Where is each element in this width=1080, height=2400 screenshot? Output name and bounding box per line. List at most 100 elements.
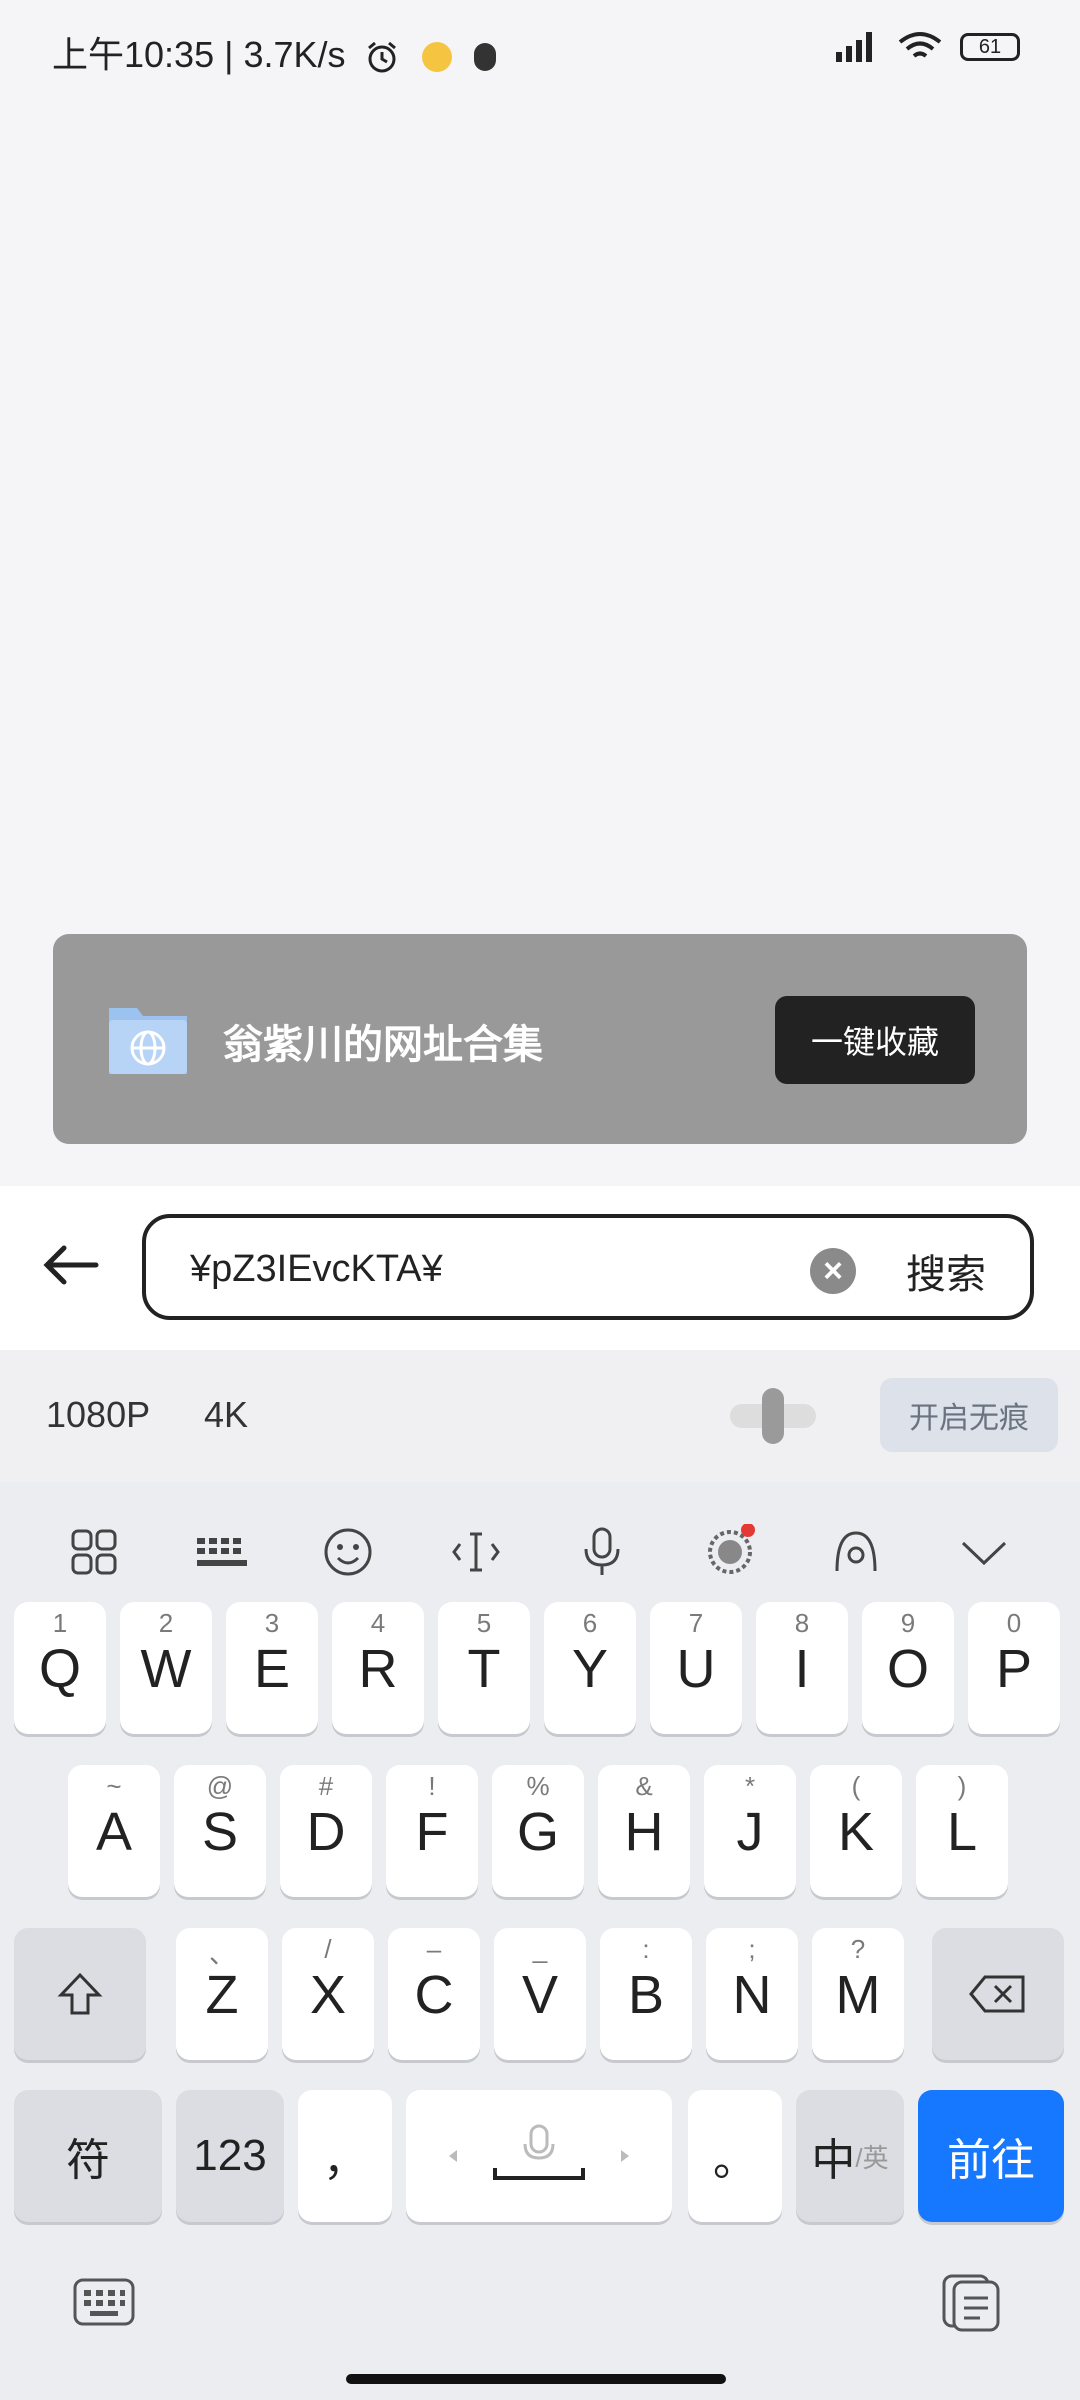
clear-icon[interactable]: × [810, 1248, 856, 1294]
key-z[interactable]: 、 Z [176, 1928, 268, 2060]
key-j[interactable]: * J [704, 1765, 796, 1897]
home-indicator[interactable] [346, 2374, 726, 2384]
key-label: N [732, 1965, 772, 2025]
key-label: I [794, 1639, 810, 1699]
space-mic-icon [449, 2124, 629, 2180]
res-1080p[interactable]: 1080P [46, 1394, 150, 1436]
qq-icon [473, 43, 496, 72]
microphone-icon[interactable] [572, 1522, 632, 1582]
key-label: B [627, 1965, 665, 2025]
signal-icon [836, 32, 872, 62]
go-key[interactable]: 前往 [918, 2090, 1064, 2222]
battery-level: 61 [978, 35, 1002, 58]
key-hint: 7 [688, 1608, 704, 1638]
keyboard-switch-icon[interactable] [72, 2274, 136, 2335]
key-hint: ( [851, 1771, 861, 1801]
clipboard-icon[interactable] [940, 2272, 1004, 2339]
key-f[interactable]: ! F [386, 1765, 478, 1897]
alarm-icon [367, 42, 396, 73]
key-v[interactable]: _ V [494, 1928, 586, 2060]
key-hint: # [318, 1771, 334, 1801]
key-label: J [736, 1802, 764, 1862]
key-hint: 9 [900, 1608, 916, 1638]
clock-text: 上午10:35 [52, 34, 215, 75]
space-key[interactable] [406, 2090, 672, 2222]
numbers-key[interactable]: 123 [176, 2090, 284, 2222]
key-label: Z [205, 1965, 239, 2025]
key-h[interactable]: & H [598, 1765, 690, 1897]
key-o[interactable]: 9O [862, 1602, 954, 1734]
key-hint: & [635, 1771, 653, 1801]
incognito-button[interactable]: 开启无痕 [880, 1378, 1058, 1452]
keyboard-layout-icon[interactable] [192, 1522, 252, 1582]
key-c[interactable]: – C [388, 1928, 480, 2060]
key-m[interactable]: ? M [812, 1928, 904, 2060]
key-hint: % [526, 1771, 550, 1801]
key-label: P [995, 1639, 1033, 1699]
key-s[interactable]: @ S [174, 1765, 266, 1897]
emoji-icon[interactable] [318, 1522, 378, 1582]
key-n[interactable]: ; N [706, 1928, 798, 2060]
period-key[interactable]: 。 [688, 2090, 782, 2222]
search-input-text[interactable]: ¥pZ3IEvcKTA¥ [190, 1248, 443, 1291]
key-hint: 3 [264, 1608, 280, 1638]
collection-title: 翁紫川的网址合集 [223, 1023, 543, 1067]
key-label: D [306, 1802, 346, 1862]
key-w[interactable]: 2W [120, 1602, 212, 1734]
toggle-knob[interactable] [762, 1388, 784, 1444]
one-click-collect-button[interactable]: 一键收藏 [775, 996, 975, 1084]
comma-key[interactable]: ， [298, 2090, 392, 2222]
res-4k[interactable]: 4K [204, 1394, 248, 1436]
key-label: Y [571, 1639, 609, 1699]
cursor-move-icon[interactable] [446, 1522, 506, 1582]
key-b[interactable]: :B [600, 1928, 692, 2060]
key-e[interactable]: 3E [226, 1602, 318, 1734]
key-y[interactable]: 6Y [544, 1602, 636, 1734]
key-label: E [253, 1639, 291, 1699]
key-label: O [886, 1639, 929, 1699]
chevron-down-icon[interactable] [954, 1522, 1014, 1582]
key-label: Q [38, 1639, 81, 1699]
folder-globe-icon [109, 1008, 187, 1074]
key-hint: 2 [158, 1608, 174, 1638]
back-arrow-icon[interactable] [38, 1230, 108, 1300]
key-p[interactable]: 0P [968, 1602, 1060, 1734]
key-i[interactable]: 8I [756, 1602, 848, 1734]
key-hint: 1 [52, 1608, 68, 1638]
symbols-key[interactable]: 符 [14, 2090, 162, 2222]
key-label: H [624, 1802, 664, 1862]
key-hint: ~ [106, 1771, 122, 1801]
key-a[interactable]: ~ A [68, 1765, 160, 1897]
wifi-icon [898, 32, 942, 58]
battery-icon: 61 [960, 33, 1020, 61]
keyboard: 1Q2W3E4R5T6Y7U8I9O0P ~ A @ S # D! F% G & H * J(K) L … [0, 1482, 1080, 2400]
search-button[interactable]: 搜索 [906, 1242, 986, 1300]
key-label: T [467, 1639, 501, 1699]
key-label: W [140, 1639, 192, 1699]
key-d[interactable]: # D [280, 1765, 372, 1897]
key-t[interactable]: 5T [438, 1602, 530, 1734]
grid-icon[interactable] [64, 1522, 124, 1582]
key-u[interactable]: 7U [650, 1602, 742, 1734]
key-x[interactable]: / X [282, 1928, 374, 2060]
key-r[interactable]: 4R [332, 1602, 424, 1734]
backspace-key[interactable] [932, 1928, 1064, 2060]
key-label: F [415, 1802, 449, 1862]
search-input[interactable]: ¥pZ3IEvcKTA¥ × 搜索 [142, 1214, 1034, 1320]
key-hint: 4 [370, 1608, 386, 1638]
key-k[interactable]: (K [810, 1765, 902, 1897]
shift-icon [57, 1972, 103, 2015]
key-hint: 6 [582, 1608, 598, 1638]
key-label: V [521, 1965, 559, 2025]
shift-key[interactable] [14, 1928, 146, 2060]
key-hint: _ [532, 1934, 548, 1964]
key-label: C [414, 1965, 454, 2025]
key-g[interactable]: % G [492, 1765, 584, 1897]
key-q[interactable]: 1Q [14, 1602, 106, 1734]
badge-icon[interactable] [700, 1522, 760, 1582]
key-hint: / [324, 1934, 332, 1964]
key-label: S [201, 1802, 239, 1862]
handwriting-icon[interactable] [826, 1522, 886, 1582]
language-switch-key[interactable]: 中/英 [796, 2090, 904, 2222]
key-l[interactable]: ) L [916, 1765, 1008, 1897]
